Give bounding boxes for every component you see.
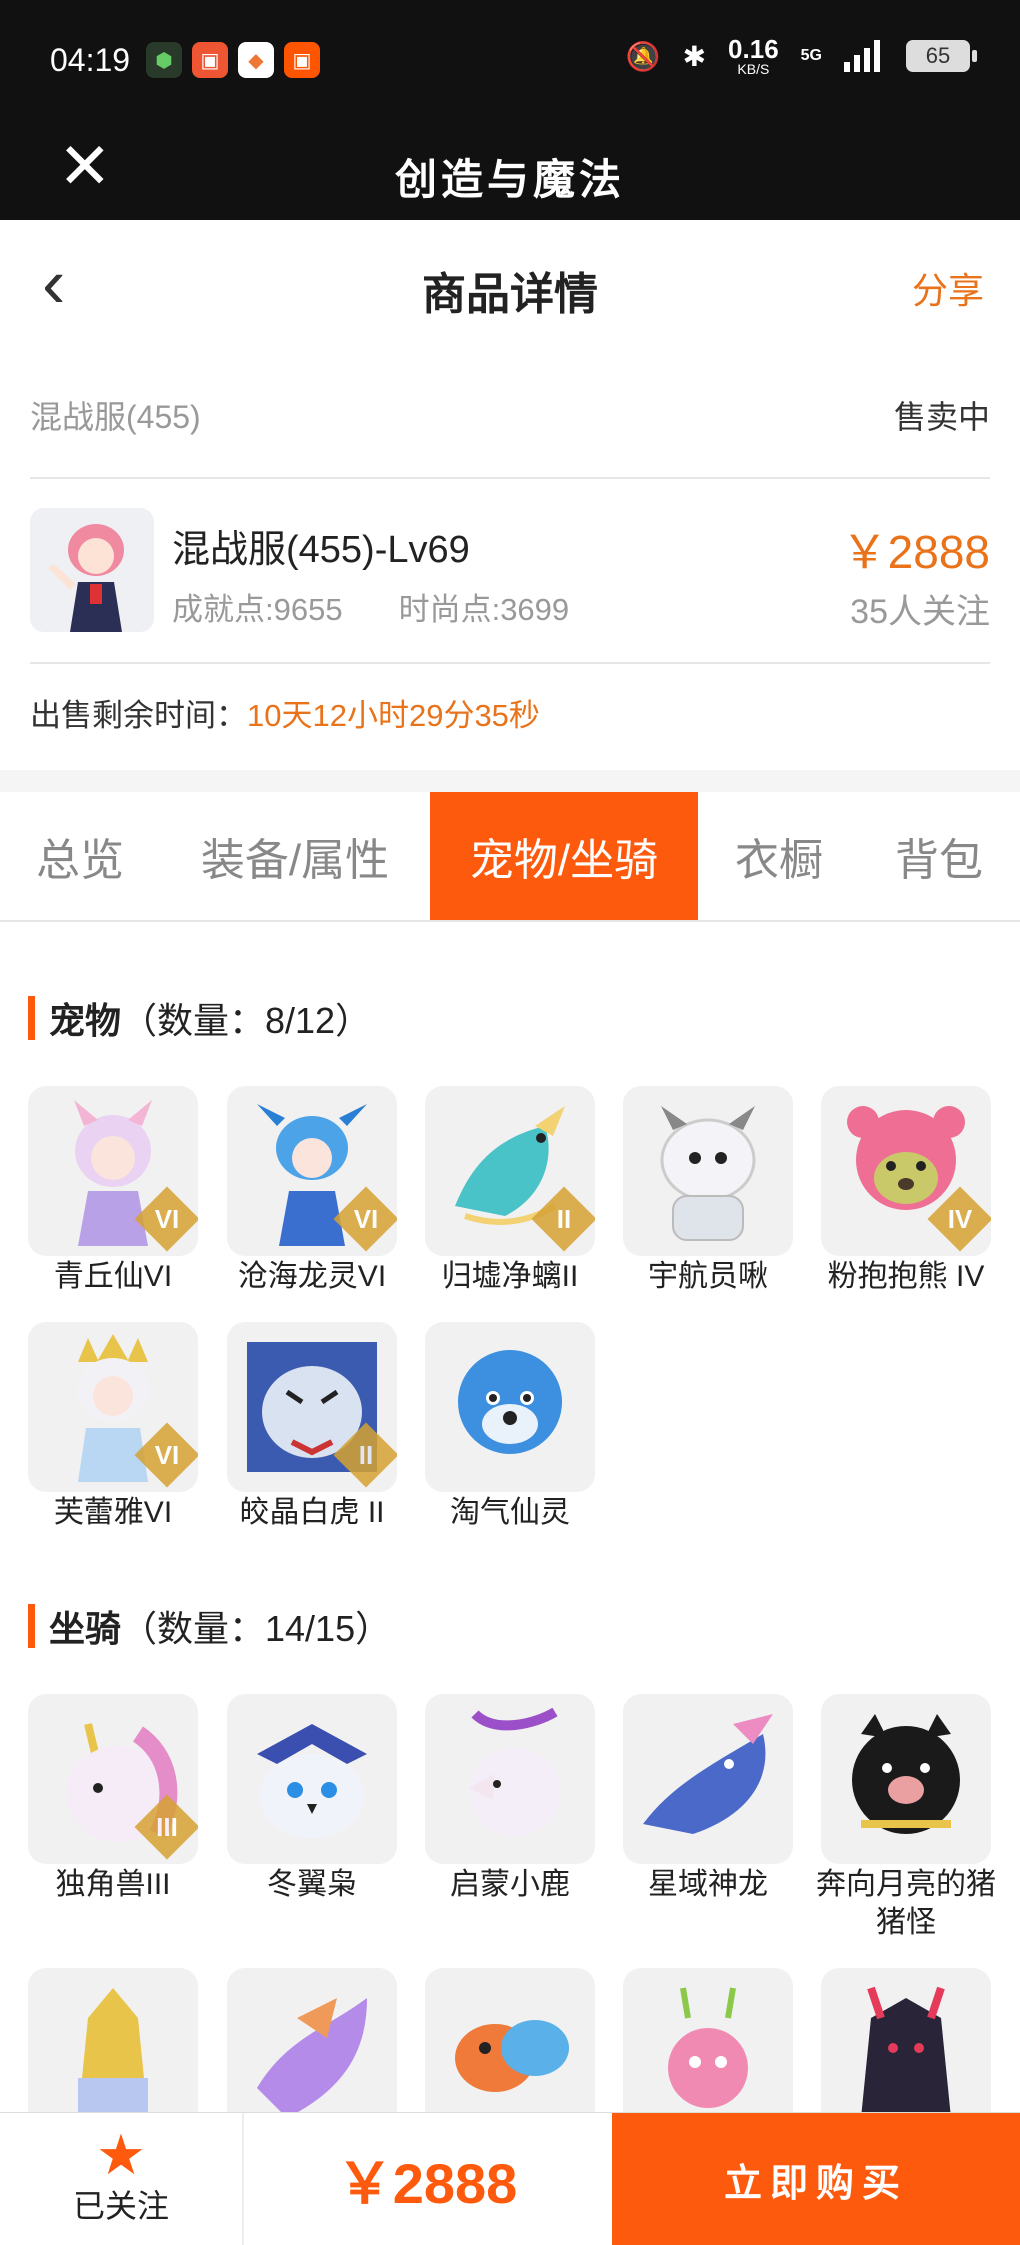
achievement-points: 成就点:9655 bbox=[172, 592, 343, 627]
nav-bar: ‹ 商品详情 分享 bbox=[0, 220, 1020, 350]
tab-pets-mounts[interactable]: 宠物/坐骑 bbox=[430, 792, 698, 920]
page-title: 商品详情 bbox=[422, 270, 598, 319]
mounts-count: （数量：14/15） bbox=[121, 1608, 392, 1649]
pet-thumbnail: VI bbox=[227, 1086, 397, 1256]
star-icon: ★ bbox=[95, 2123, 147, 2186]
remaining-time-label: 出售剩余时间： bbox=[30, 698, 247, 733]
follow-button[interactable]: ★ 已关注 bbox=[0, 2113, 244, 2245]
mute-icon: 🔕 bbox=[625, 40, 661, 72]
tab-wardrobe[interactable]: 衣橱 bbox=[706, 792, 852, 920]
mount-item[interactable]: 启蒙小鹿 bbox=[425, 1694, 595, 1904]
product-name: 混战服(455)-Lv69 bbox=[172, 529, 470, 571]
status-bar: 04:19 ⬢ ▣ ◆ ▣ 🔕 ✱ 0.16 KB/S 5G 65 bbox=[0, 0, 1020, 120]
pet-thumbnail: II bbox=[227, 1322, 397, 1492]
pet-thumbnail bbox=[425, 1322, 595, 1492]
mounts-title: 坐骑 bbox=[49, 1608, 122, 1649]
kuaishou-app-icon: ▣ bbox=[284, 42, 320, 78]
pet-thumbnail bbox=[623, 1086, 793, 1256]
section-gap bbox=[0, 770, 1020, 792]
pet-thumbnail: VI bbox=[28, 1322, 198, 1492]
mount-name: 冬翼枭 bbox=[267, 1868, 357, 1901]
net-speed: 0.16 KB/S bbox=[728, 34, 779, 77]
pet-thumbnail: IV bbox=[821, 1086, 991, 1256]
rank-badge: VI bbox=[134, 1422, 198, 1488]
pets-title: 宠物 bbox=[49, 1000, 122, 1041]
pet-name: 宇航员啾 bbox=[648, 1260, 768, 1293]
bottom-price: ￥2888 bbox=[336, 2151, 518, 2215]
mount-name: 星域神龙 bbox=[648, 1868, 768, 1901]
mount-item[interactable]: III 独角兽III bbox=[28, 1694, 198, 1904]
battery-icon: 65 bbox=[906, 40, 977, 72]
pet-name: 芙蕾雅VI bbox=[53, 1496, 173, 1529]
mount-item[interactable]: 奔向月亮的猪猪怪 bbox=[816, 1694, 996, 1942]
mount-name: 启蒙小鹿 bbox=[450, 1868, 570, 1901]
tab-overview[interactable]: 总览 bbox=[0, 792, 160, 920]
fashion-points: 时尚点:3699 bbox=[398, 592, 570, 627]
pet-name: 沧海龙灵VI bbox=[237, 1260, 387, 1293]
pet-item[interactable]: VI 青丘仙VI bbox=[28, 1086, 198, 1296]
rank-badge: VI bbox=[333, 1186, 397, 1252]
character-avatar bbox=[30, 508, 154, 632]
pet-item[interactable]: 淘气仙灵 bbox=[425, 1322, 595, 1532]
network-type: 5G bbox=[800, 47, 822, 64]
remaining-time: 出售剩余时间：10天12小时29分35秒 bbox=[30, 690, 540, 735]
video-app-icon: ▣ bbox=[192, 42, 228, 78]
rank-badge: VI bbox=[134, 1186, 198, 1252]
shield-app-icon: ⬢ bbox=[146, 42, 182, 78]
follow-label: 已关注 bbox=[72, 2188, 169, 2224]
signal-icon bbox=[844, 40, 880, 72]
divider bbox=[30, 477, 990, 479]
mount-thumbnail bbox=[227, 1694, 397, 1864]
pet-item[interactable]: 宇航员啾 bbox=[623, 1086, 793, 1296]
pet-thumbnail: VI bbox=[28, 1086, 198, 1256]
rank-badge: III bbox=[134, 1794, 198, 1860]
buy-now-button[interactable]: 立即购买 bbox=[612, 2113, 1020, 2245]
mount-item[interactable]: 星域神龙 bbox=[623, 1694, 793, 1904]
remaining-countdown: 10天12小时29分35秒 bbox=[247, 698, 540, 733]
game-app-icon: ◆ bbox=[238, 42, 274, 78]
tab-bag[interactable]: 背包 bbox=[862, 792, 1016, 920]
pet-name: 青丘仙VI bbox=[53, 1260, 173, 1293]
pet-item[interactable]: II 皎晶白虎 II bbox=[227, 1322, 397, 1532]
mount-name: 独角兽III bbox=[55, 1868, 171, 1901]
divider bbox=[30, 662, 990, 664]
pet-name: 皎晶白虎 II bbox=[239, 1496, 385, 1529]
tab-equipment[interactable]: 装备/属性 bbox=[180, 792, 410, 920]
pet-name: 淘气仙灵 bbox=[450, 1496, 570, 1529]
status-time: 04:19 bbox=[50, 42, 131, 78]
pet-name: 归墟净螭II bbox=[441, 1260, 579, 1293]
pet-name: 粉抱抱熊 IV bbox=[827, 1260, 985, 1293]
mount-thumbnail: III bbox=[28, 1694, 198, 1864]
pet-item[interactable]: II 归墟净螭II bbox=[425, 1086, 595, 1296]
mount-name: 奔向月亮的猪猪怪 bbox=[816, 1868, 996, 1939]
mounts-header: 坐骑 （数量：14/15） bbox=[28, 1603, 391, 1649]
server-name: 混战服(455) bbox=[30, 399, 201, 435]
follower-count: 35人关注 bbox=[850, 593, 990, 631]
pet-item[interactable]: IV 粉抱抱熊 IV bbox=[821, 1086, 991, 1296]
notification-icons: ⬢ ▣ ◆ ▣ bbox=[146, 42, 320, 78]
pets-header: 宠物 （数量：8/12） bbox=[28, 995, 371, 1041]
sale-status: 售卖中 bbox=[893, 399, 990, 435]
mount-thumbnail bbox=[821, 1694, 991, 1864]
pet-item[interactable]: VI 芙蕾雅VI bbox=[28, 1322, 198, 1532]
pet-thumbnail: II bbox=[425, 1086, 595, 1256]
mount-item[interactable]: 冬翼枭 bbox=[227, 1694, 397, 1904]
product-summary: 混战服(455)-Lv69 成就点:9655 时尚点:3699 ￥2888 35… bbox=[30, 500, 990, 640]
app-title: 创造与魔法 bbox=[394, 155, 625, 204]
product-price: ￥2888 bbox=[841, 526, 990, 578]
bluetooth-icon: ✱ bbox=[682, 40, 707, 72]
pets-count: （数量：8/12） bbox=[121, 1000, 372, 1041]
rank-badge: II bbox=[531, 1186, 595, 1252]
rank-badge: IV bbox=[927, 1186, 991, 1252]
pet-item[interactable]: VI 沧海龙灵VI bbox=[227, 1086, 397, 1296]
detail-tabs: 总览 装备/属性 宠物/坐骑 衣橱 背包 bbox=[0, 792, 1020, 922]
app-titlebar: ✕ 创造与魔法 bbox=[0, 120, 1020, 220]
rank-badge: II bbox=[333, 1422, 397, 1488]
server-row: 混战服(455) 售卖中 bbox=[30, 380, 990, 450]
share-button[interactable]: 分享 bbox=[912, 262, 984, 314]
mount-thumbnail bbox=[623, 1694, 793, 1864]
bottom-action-bar: ★ 已关注 ￥2888 立即购买 bbox=[0, 2112, 1020, 2245]
mount-thumbnail bbox=[425, 1694, 595, 1864]
